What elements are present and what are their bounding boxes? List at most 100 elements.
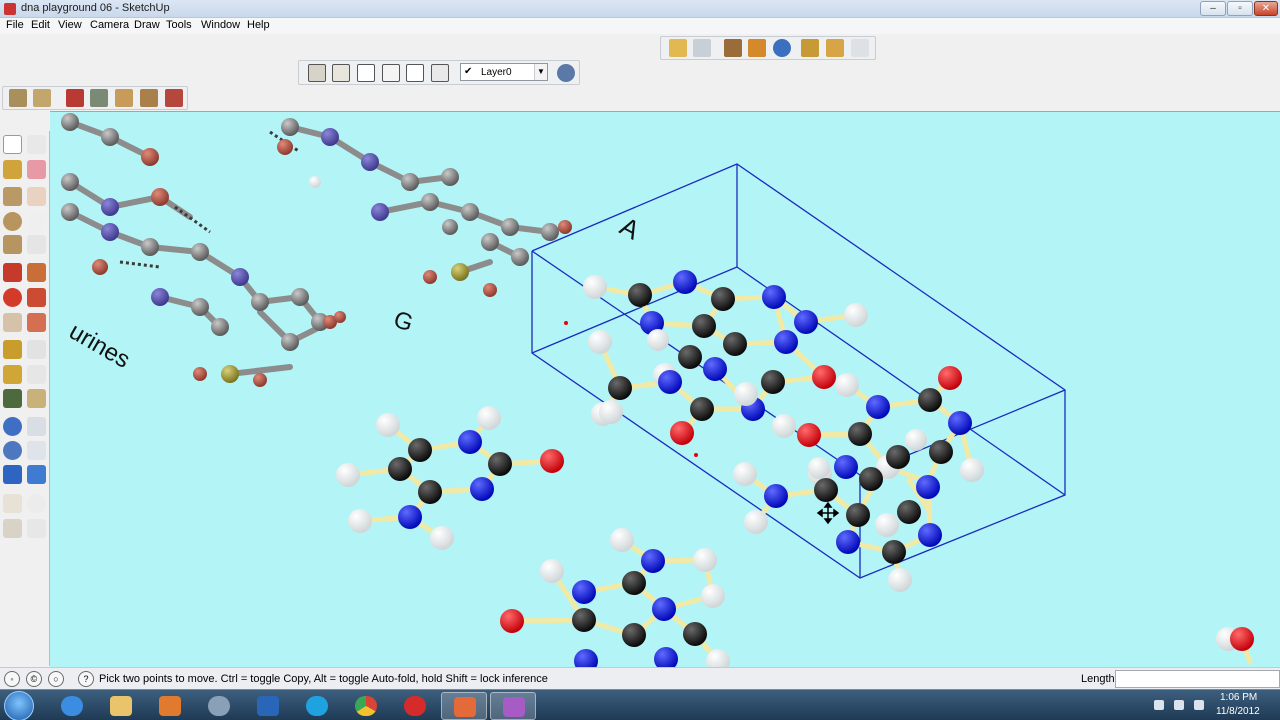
walk-icon[interactable]	[3, 519, 22, 538]
taskbar-chrome[interactable]	[343, 692, 389, 720]
menu-edit[interactable]: Edit	[31, 19, 50, 31]
protractor-icon[interactable]	[3, 365, 22, 384]
scale-icon[interactable]	[3, 313, 22, 332]
minimize-button[interactable]: –	[1200, 1, 1226, 16]
menu-file[interactable]: File	[6, 19, 24, 31]
position-camera-icon[interactable]	[3, 494, 22, 513]
stamp-icon[interactable]	[140, 89, 158, 107]
axes-icon[interactable]	[3, 389, 22, 408]
taskbar-task[interactable]	[245, 692, 291, 720]
offset-icon[interactable]	[27, 313, 46, 332]
rectangle-icon[interactable]	[3, 187, 22, 206]
sandbox-from-scratch-icon[interactable]	[90, 89, 108, 107]
layer-manager-icon[interactable]	[557, 64, 575, 82]
molecule-in-box[interactable]	[583, 270, 984, 592]
show-hidden-icons[interactable]	[1154, 700, 1164, 710]
polygon-icon[interactable]	[3, 235, 22, 254]
user-icon[interactable]: ○	[48, 671, 64, 687]
front-view-icon[interactable]	[357, 64, 375, 82]
close-button[interactable]: ✕	[1254, 1, 1278, 16]
drape-icon[interactable]	[165, 89, 183, 107]
circle-icon[interactable]	[3, 212, 22, 231]
help-icon[interactable]: ?	[78, 671, 94, 687]
top-view-icon[interactable]	[332, 64, 350, 82]
taskbar-hp[interactable]	[196, 692, 242, 720]
display-section-icon[interactable]	[33, 89, 51, 107]
clock-date[interactable]: 11/8/2012	[1216, 706, 1260, 717]
length-input[interactable]	[1115, 670, 1280, 688]
place-model-icon[interactable]	[724, 39, 742, 57]
text-icon[interactable]	[27, 365, 46, 384]
credits-icon[interactable]: ©	[26, 671, 42, 687]
maximize-button[interactable]: ▫	[1227, 1, 1253, 16]
bottom-molecule[interactable]	[500, 528, 730, 667]
line-icon[interactable]	[27, 187, 46, 206]
taskbar-sketchup[interactable]	[441, 692, 487, 720]
get-models-icon[interactable]	[669, 39, 687, 57]
menu-window[interactable]: Window	[201, 19, 240, 31]
iso-view-icon[interactable]	[308, 64, 326, 82]
select-icon[interactable]	[3, 135, 22, 154]
orbit-icon[interactable]	[3, 417, 22, 436]
window-title: dna playground 06 - SketchUp	[21, 2, 170, 14]
add-location-icon[interactable]	[748, 39, 766, 57]
left-view-icon[interactable]	[431, 64, 449, 82]
dimension-icon[interactable]	[27, 340, 46, 359]
taskbar-internet-explorer[interactable]	[49, 692, 95, 720]
smoove-icon[interactable]	[115, 89, 133, 107]
skype-icon	[306, 696, 328, 716]
extension-icon[interactable]	[851, 39, 869, 57]
3d-text-icon[interactable]	[27, 389, 46, 408]
taskbar-skype[interactable]	[294, 692, 340, 720]
label-purines: urines	[65, 318, 135, 374]
menu-help[interactable]: Help	[247, 19, 270, 31]
taskbar-file-explorer[interactable]	[98, 692, 144, 720]
back-view-icon[interactable]	[406, 64, 424, 82]
network-icon[interactable]	[1174, 700, 1184, 710]
menu-draw[interactable]: Draw	[134, 19, 160, 31]
eraser-icon[interactable]	[27, 160, 46, 179]
make-component-icon[interactable]	[27, 135, 46, 154]
push-pull-icon[interactable]	[27, 263, 46, 282]
zoom-icon[interactable]	[3, 441, 22, 460]
pan-icon[interactable]	[27, 417, 46, 436]
share-component-icon[interactable]	[826, 39, 844, 57]
menu-tools[interactable]: Tools	[166, 19, 192, 31]
menu-camera[interactable]: Camera	[90, 19, 129, 31]
hp-icon	[208, 696, 230, 716]
right-view-icon[interactable]	[382, 64, 400, 82]
dna-scene[interactable]: A G urines	[50, 112, 1280, 667]
sandbox-from-contours-icon[interactable]	[66, 89, 84, 107]
corner-molecule[interactable]	[1216, 627, 1254, 651]
section-plane-icon[interactable]	[9, 89, 27, 107]
sketchup-app-icon[interactable]	[4, 3, 16, 15]
zoom-window-icon[interactable]	[27, 441, 46, 460]
tape-measure-icon[interactable]	[3, 340, 22, 359]
layer-dropdown[interactable]: ✔ Layer0 ▼	[460, 63, 548, 81]
zoom-extents-icon[interactable]	[3, 465, 22, 484]
rotate-icon[interactable]	[3, 288, 22, 307]
look-around-icon[interactable]	[27, 494, 46, 513]
previous-view-icon[interactable]	[27, 465, 46, 484]
inference-point	[564, 321, 568, 325]
pyrimidine-molecule[interactable]	[336, 406, 564, 550]
follow-me-icon[interactable]	[27, 288, 46, 307]
component-icon[interactable]	[801, 39, 819, 57]
taskbar-movie-maker[interactable]	[490, 692, 536, 720]
taskbar-opera[interactable]	[392, 692, 438, 720]
clock-time[interactable]: 1:06 PM	[1220, 692, 1257, 703]
volume-icon[interactable]	[1194, 700, 1204, 710]
geo-location-icon[interactable]: ◦	[4, 671, 20, 687]
taskbar-media-player[interactable]	[147, 692, 193, 720]
model-viewport[interactable]: A G urines	[50, 111, 1280, 667]
toggle-terrain-icon[interactable]	[773, 39, 791, 57]
chevron-down-icon[interactable]: ▼	[534, 64, 547, 80]
section-icon[interactable]	[27, 519, 46, 538]
arc-icon[interactable]	[27, 212, 46, 231]
freehand-icon[interactable]	[27, 235, 46, 254]
share-model-icon[interactable]	[693, 39, 711, 57]
start-button[interactable]	[4, 691, 34, 720]
move-icon[interactable]	[3, 263, 22, 282]
menu-view[interactable]: View	[58, 19, 82, 31]
paint-bucket-icon[interactable]	[3, 160, 22, 179]
